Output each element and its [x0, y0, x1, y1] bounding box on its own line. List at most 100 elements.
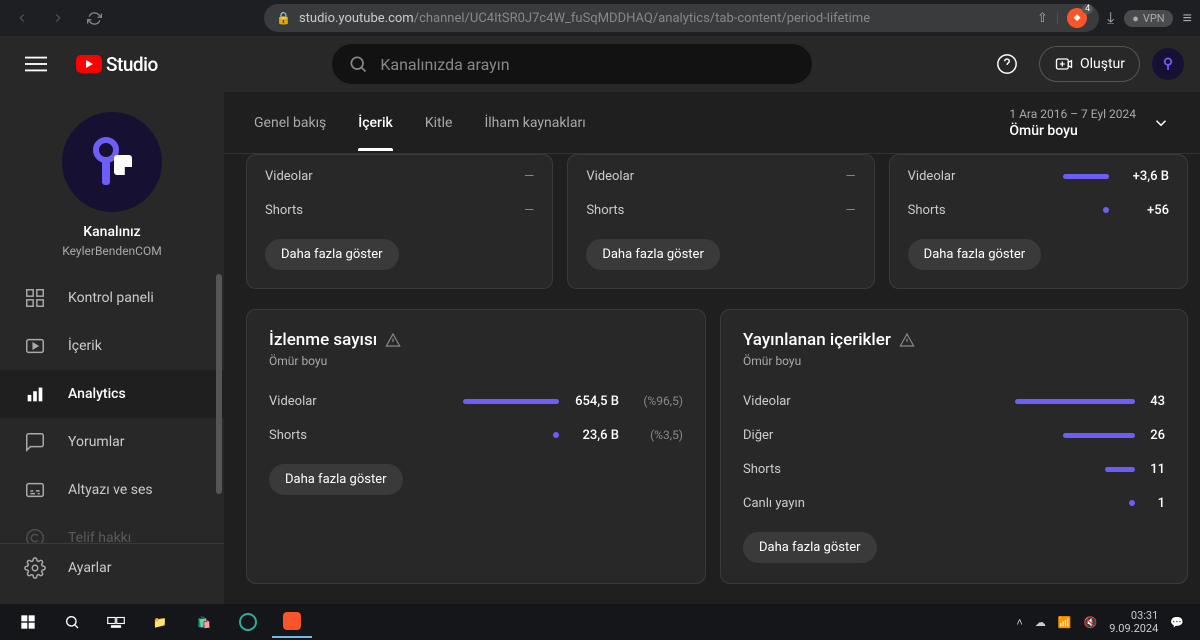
search-input[interactable]: Kanalınızda arayın	[332, 44, 812, 84]
windows-taskbar: 📁 🛍️ ˄ ☁ 📶 🔇 03:31 9.09.2024 💬	[0, 604, 1200, 640]
sidebar-item-comments[interactable]: Yorumlar	[0, 418, 224, 466]
metric-label: Videolar	[908, 169, 1008, 184]
hamburger-menu[interactable]	[16, 44, 56, 84]
clock-time: 03:31	[1109, 609, 1158, 622]
warning-icon	[899, 332, 915, 348]
metric-bar	[1015, 399, 1135, 404]
metric-dot	[553, 432, 559, 438]
metric-dot	[1103, 207, 1109, 213]
metric-label: Videolar	[743, 394, 843, 409]
back-button[interactable]	[8, 4, 36, 32]
content-icon	[24, 335, 46, 357]
taskbar-app-green[interactable]	[228, 606, 268, 638]
tab-audience[interactable]: Kitle	[425, 95, 453, 151]
create-button[interactable]: Oluştur	[1039, 46, 1140, 82]
tray-volume-icon[interactable]: 🔇	[1084, 616, 1098, 629]
metric-value: 654,5 B	[569, 394, 619, 409]
date-range-text: 1 Ara 2016 – 7 Eyl 2024	[1009, 107, 1136, 121]
sidebar-scrollbar[interactable]	[216, 274, 222, 494]
taskbar-store[interactable]: 🛍️	[184, 606, 224, 638]
sidebar-item-settings[interactable]: Ayarlar	[0, 544, 224, 592]
tab-inspiration[interactable]: İlham kaynakları	[484, 95, 585, 151]
analytics-icon	[24, 383, 46, 405]
sidebar-item-content[interactable]: İçerik	[0, 322, 224, 370]
sidebar-label: Analytics	[68, 386, 126, 402]
show-more-button[interactable]: Daha fazla göster	[586, 239, 720, 270]
vpn-badge[interactable]: ● VPN	[1124, 10, 1172, 27]
tab-overview[interactable]: Genel bakış	[254, 95, 326, 151]
gear-icon	[24, 557, 46, 579]
metric-label: Shorts	[908, 203, 1008, 218]
url-text: studio.youtube.com/channel/UC4ItSR0J7c4W…	[299, 11, 1029, 26]
date-range-picker[interactable]: 1 Ara 2016 – 7 Eyl 2024 Ömür boyu	[1009, 107, 1170, 139]
sidebar-item-subtitles[interactable]: Altyazı ve ses	[0, 466, 224, 514]
taskbar-explorer[interactable]: 📁	[140, 606, 180, 638]
tray-chevron-icon[interactable]: ˄	[1016, 616, 1022, 629]
search-placeholder: Kanalınızda arayın	[380, 55, 509, 74]
address-bar[interactable]: 🔒 studio.youtube.com/channel/UC4ItSR0J7c…	[264, 4, 1099, 32]
card-subtitle: Ömür boyu	[743, 354, 1165, 368]
sidebar-item-dashboard[interactable]: Kontrol paneli	[0, 274, 224, 322]
tray-notifications-icon[interactable]: 💬	[1170, 616, 1184, 629]
subtitles-icon	[24, 479, 46, 501]
sidebar-label: Altyazı ve ses	[68, 482, 153, 498]
tray-onedrive-icon[interactable]: ☁	[1035, 616, 1046, 629]
metric-value: 26	[1145, 428, 1165, 443]
metric-label: Diğer	[743, 428, 843, 443]
brave-shield-icon[interactable]: ◆	[1067, 8, 1087, 28]
browser-chrome: 🔒 studio.youtube.com/channel/UC4ItSR0J7c…	[0, 0, 1200, 36]
sidebar-item-copyright[interactable]: Telif hakkı	[0, 514, 224, 543]
share-icon[interactable]: ⇧	[1037, 11, 1048, 26]
taskbar-brave[interactable]	[272, 606, 312, 638]
metric-label: Videolar	[586, 169, 686, 184]
youtube-icon	[76, 55, 102, 73]
metric-value: 11	[1145, 462, 1165, 477]
sidebar: Kanalınız KeylerBendenCOM Kontrol paneli…	[0, 92, 224, 640]
sidebar-item-analytics[interactable]: Analytics	[0, 370, 224, 418]
taskbar-search[interactable]	[52, 606, 92, 638]
browser-menu-icon[interactable]: ≡	[1183, 8, 1192, 28]
metric-label: Shorts	[586, 203, 686, 218]
content-area: Genel bakış İçerik Kitle İlham kaynaklar…	[224, 92, 1200, 640]
chevron-down-icon	[1152, 114, 1170, 132]
studio-logo[interactable]: Studio	[76, 53, 158, 76]
reload-button[interactable]	[80, 4, 108, 32]
card-subtitle: Ömür boyu	[269, 354, 683, 368]
date-label-text: Ömür boyu	[1009, 123, 1136, 139]
download-icon[interactable]: ⤓	[1107, 8, 1114, 28]
forward-button[interactable]	[44, 4, 72, 32]
show-more-button[interactable]: Daha fazla göster	[269, 464, 403, 495]
start-button[interactable]	[8, 606, 48, 638]
metric-value: 1	[1145, 496, 1165, 511]
task-view[interactable]	[96, 606, 136, 638]
create-label: Oluştur	[1080, 56, 1125, 72]
show-more-button[interactable]: Daha fazla göster	[743, 532, 877, 563]
published-card: Yayınlanan içerikler Ömür boyu Videolar4…	[720, 309, 1188, 584]
comments-icon	[24, 431, 46, 453]
tray-wifi-icon[interactable]: 📶	[1058, 616, 1072, 629]
channel-block[interactable]: Kanalınız KeylerBendenCOM	[0, 92, 224, 274]
tab-content[interactable]: İçerik	[358, 95, 393, 151]
help-button[interactable]	[987, 44, 1027, 84]
metric-bar	[1063, 433, 1135, 438]
card-title: Yayınlanan içerikler	[743, 330, 891, 350]
analytics-tabs: Genel bakış İçerik Kitle İlham kaynaklar…	[254, 95, 586, 151]
metric-label: Videolar	[269, 394, 369, 409]
account-avatar[interactable]: ⚲	[1152, 48, 1184, 80]
system-clock[interactable]: 03:31 9.09.2024	[1109, 609, 1158, 635]
metric-bar	[1063, 174, 1109, 179]
metric-label: Shorts	[265, 203, 365, 218]
create-icon	[1054, 54, 1074, 74]
logo-text: Studio	[106, 53, 158, 76]
show-more-button[interactable]: Daha fazla göster	[265, 239, 399, 270]
show-more-button[interactable]: Daha fazla göster	[908, 239, 1042, 270]
search-icon	[348, 54, 368, 74]
sidebar-label: Telif hakkı	[68, 530, 131, 543]
lock-icon: 🔒	[276, 11, 291, 25]
sidebar-label: Kontrol paneli	[68, 290, 154, 306]
summary-card-2: Videolar— Shorts— Daha fazla göster	[567, 154, 874, 289]
metric-bar	[1105, 467, 1135, 472]
metric-percent: (%3,5)	[635, 428, 683, 442]
metric-value: —	[686, 169, 855, 184]
card-title: İzlenme sayısı	[269, 330, 377, 350]
